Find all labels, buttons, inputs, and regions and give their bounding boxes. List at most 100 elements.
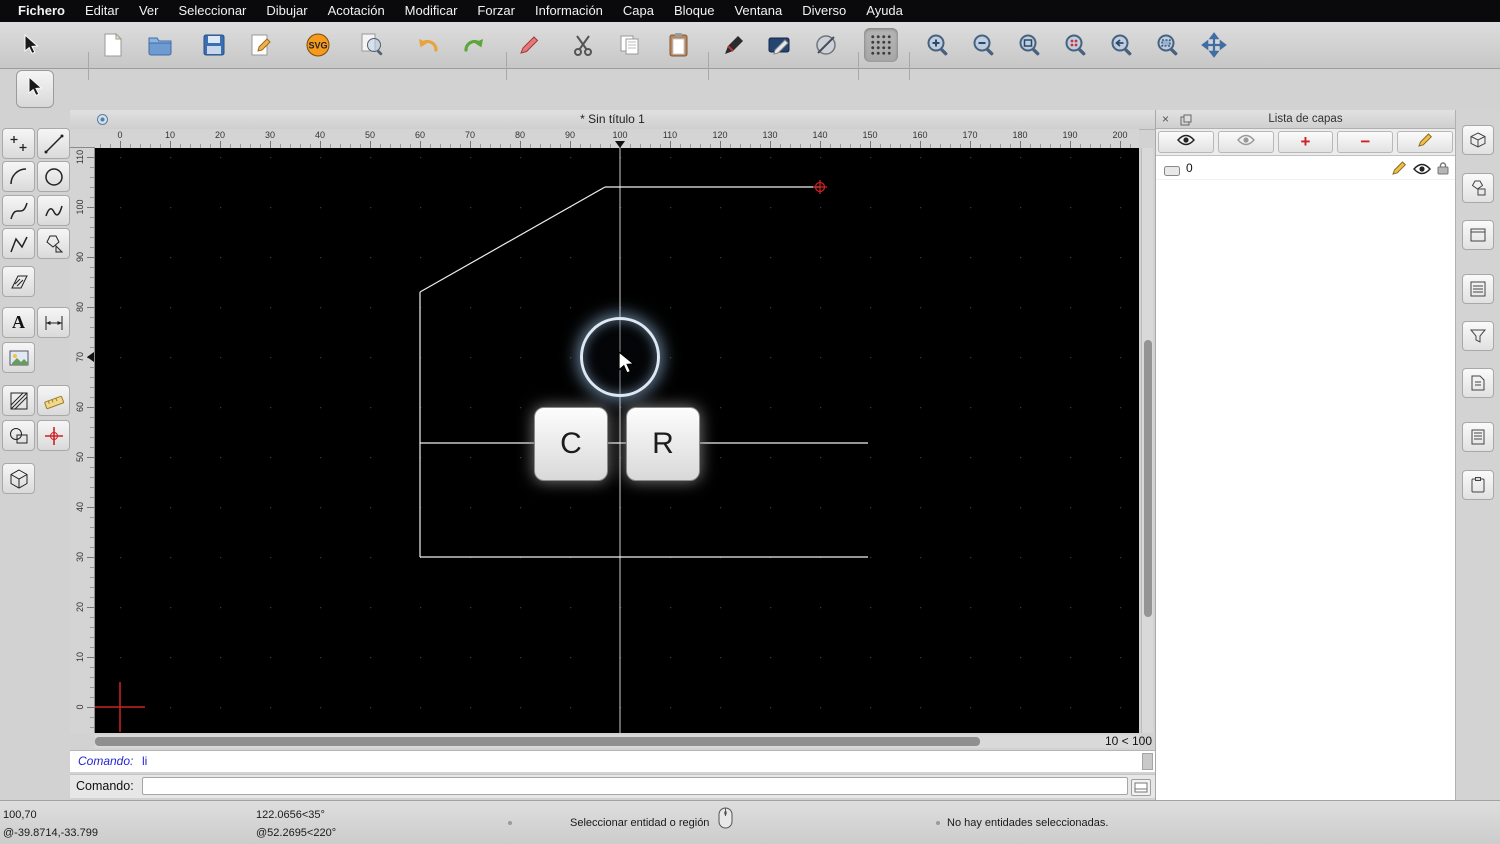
zoom-auto-button[interactable] xyxy=(1013,28,1047,62)
menu-item-ventana[interactable]: Ventana xyxy=(724,0,792,22)
dock-cube-icon[interactable] xyxy=(1462,125,1494,155)
save-as-button[interactable] xyxy=(244,28,278,62)
spline-tool-button[interactable] xyxy=(2,195,35,226)
hruler-label: 40 xyxy=(314,130,326,140)
polyline-tool-button[interactable] xyxy=(2,228,35,259)
zoom-pan-button[interactable] xyxy=(1197,28,1231,62)
grid-toggle-button[interactable] xyxy=(864,28,898,62)
command-history-scrollbar[interactable] xyxy=(1142,753,1153,770)
menu-item-editar[interactable]: Editar xyxy=(75,0,129,22)
menu-item-seleccionar[interactable]: Seleccionar xyxy=(168,0,256,22)
measure-tool-button[interactable] xyxy=(37,385,70,416)
hide-all-layers-button[interactable] xyxy=(1217,131,1274,153)
circle-slash-button[interactable] xyxy=(809,28,843,62)
toolbar-separator xyxy=(909,52,910,80)
layer-panel-header: × Lista de capas xyxy=(1156,110,1455,129)
horizontal-scrollbar-thumb[interactable] xyxy=(95,737,980,746)
horizontal-ruler: 0 10 20 30 40 50 60 70 80 90 100 110 120 130 140 150 160… xyxy=(95,129,1139,149)
show-all-layers-button[interactable] xyxy=(1158,131,1214,153)
dock-funnel-icon[interactable] xyxy=(1462,321,1494,351)
menu-item-ver[interactable]: Ver xyxy=(129,0,169,22)
ellipse-hatch-tool-button[interactable] xyxy=(2,266,35,297)
copy-button[interactable] xyxy=(613,28,647,62)
menu-item-bloque[interactable]: Bloque xyxy=(664,0,724,22)
vertical-scrollbar[interactable] xyxy=(1141,148,1153,733)
command-options-button[interactable] xyxy=(1131,779,1151,796)
paste-button[interactable] xyxy=(662,28,696,62)
polar-absolute-coordinates: 122.0656<35° xyxy=(256,809,325,821)
hruler-label: 10 xyxy=(164,130,176,140)
undo-button[interactable] xyxy=(411,28,445,62)
keycast-key-r: R xyxy=(626,407,700,481)
vertical-scrollbar-thumb[interactable] xyxy=(1144,340,1152,617)
menu-item-modificar[interactable]: Modificar xyxy=(395,0,468,22)
horizontal-scrollbar[interactable] xyxy=(95,735,1139,748)
zoom-out-button[interactable] xyxy=(967,28,1001,62)
polar-relative-coordinates: @52.2695<220° xyxy=(256,827,337,839)
hruler-label: 100 xyxy=(612,130,628,140)
pen-button[interactable] xyxy=(717,28,751,62)
isometric-tool-button[interactable] xyxy=(2,463,35,494)
zoom-in-button[interactable] xyxy=(921,28,955,62)
freehand-tool-button[interactable] xyxy=(37,195,70,226)
modify-layer-button[interactable] xyxy=(1397,131,1453,153)
print-preview-button[interactable] xyxy=(355,28,389,62)
menu-item-acotacion[interactable]: Acotación xyxy=(318,0,395,22)
zoom-redraw-button[interactable] xyxy=(1059,28,1093,62)
remove-layer-button[interactable]: − xyxy=(1337,131,1394,153)
menu-item-dibujar[interactable]: Dibujar xyxy=(256,0,317,22)
arc-tool-button[interactable] xyxy=(2,161,35,192)
lock-icon[interactable] xyxy=(1437,161,1449,180)
menu-item-capa[interactable]: Capa xyxy=(613,0,664,22)
layer-row[interactable]: 0 xyxy=(1156,156,1455,180)
redo-button[interactable] xyxy=(457,28,491,62)
selection-pointer-button[interactable] xyxy=(16,70,54,108)
dock-list-icon[interactable] xyxy=(1462,274,1494,304)
statusbar: 100,70 @-39.8714,-33.799 122.0656<35° @5… xyxy=(0,800,1500,844)
text-tool-button[interactable]: A xyxy=(2,307,35,338)
select-button[interactable] xyxy=(14,28,48,62)
zoom-window-button[interactable] xyxy=(1151,28,1185,62)
ruler-position-marker xyxy=(615,141,625,148)
cut-button[interactable] xyxy=(566,28,600,62)
dimension-tool-button[interactable] xyxy=(37,307,70,338)
eye-icon[interactable] xyxy=(1413,162,1431,180)
grid-status: 10 < 100 xyxy=(1104,734,1152,748)
drawing-canvas[interactable]: CR xyxy=(95,148,1139,733)
erase-button[interactable] xyxy=(512,28,546,62)
edit-attributes-button[interactable] xyxy=(763,28,797,62)
ruler-position-marker xyxy=(87,352,94,362)
main-toolbar: SVG xyxy=(0,22,1500,80)
pencil-icon[interactable] xyxy=(1391,160,1407,181)
dock-shapes-icon[interactable] xyxy=(1462,173,1494,203)
modify-tool-button[interactable] xyxy=(2,420,35,451)
menu-item-ayuda[interactable]: Ayuda xyxy=(856,0,913,22)
menu-item-diverso[interactable]: Diverso xyxy=(792,0,856,22)
dock-window-icon[interactable] xyxy=(1462,220,1494,250)
zoom-previous-button[interactable] xyxy=(1105,28,1139,62)
menu-item-informacion[interactable]: Información xyxy=(525,0,613,22)
absolute-coordinates: 100,70 xyxy=(3,809,37,821)
document-titlebar[interactable]: * Sin título 1 xyxy=(70,110,1155,130)
snap-tool-button[interactable] xyxy=(37,420,70,451)
hruler-label: 200 xyxy=(1112,130,1128,140)
polygon-tool-button[interactable] xyxy=(37,228,70,259)
svg-export-button[interactable]: SVG xyxy=(301,28,335,62)
menu-item-fichero[interactable]: Fichero xyxy=(8,0,75,22)
add-layer-button[interactable]: + xyxy=(1277,131,1334,153)
image-tool-button[interactable] xyxy=(2,342,35,373)
new-file-button[interactable] xyxy=(96,28,130,62)
points-tool-button[interactable] xyxy=(2,128,35,159)
menu-item-forzar[interactable]: Forzar xyxy=(467,0,525,22)
dock-clipboard-icon[interactable] xyxy=(1462,470,1494,500)
hatch-tool-button[interactable] xyxy=(2,385,35,416)
command-input[interactable] xyxy=(142,777,1128,795)
save-button[interactable] xyxy=(197,28,231,62)
dock-document-lines-icon[interactable] xyxy=(1462,422,1494,452)
hruler-label: 160 xyxy=(912,130,928,140)
circle-tool-button[interactable] xyxy=(37,161,70,192)
dock-tag-icon[interactable] xyxy=(1462,368,1494,398)
hruler-label: 80 xyxy=(514,130,526,140)
open-file-button[interactable] xyxy=(143,28,177,62)
line-tool-button[interactable] xyxy=(37,128,70,159)
